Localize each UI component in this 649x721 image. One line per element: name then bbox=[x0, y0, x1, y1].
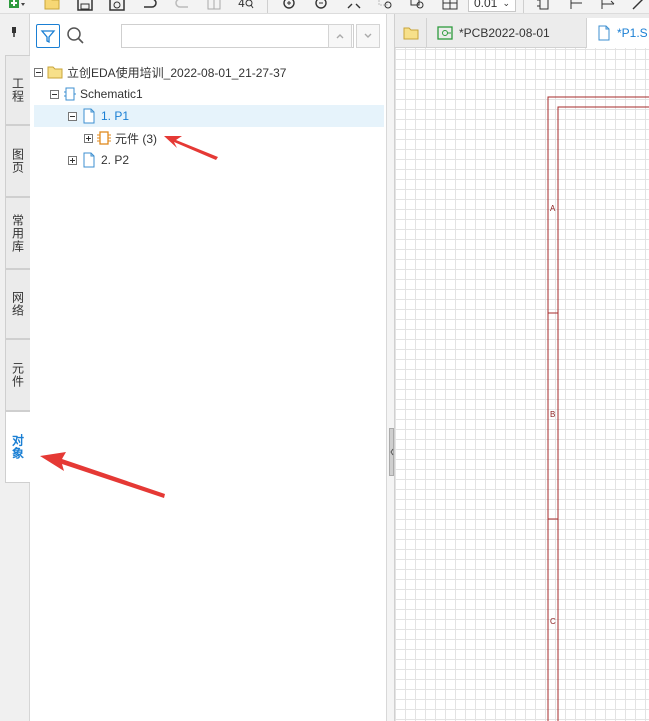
chevron-up-icon bbox=[336, 34, 344, 39]
zoom-value: 0.01 bbox=[474, 0, 498, 10]
zoom-area-icon[interactable] bbox=[376, 0, 396, 12]
collapse-icon[interactable] bbox=[68, 111, 77, 121]
zone-label-b: B bbox=[550, 410, 556, 419]
side-tab-pages[interactable]: 图页 bbox=[5, 125, 30, 197]
next-button[interactable] bbox=[356, 24, 380, 48]
zoom-in-icon[interactable] bbox=[280, 0, 300, 12]
page-icon bbox=[83, 152, 95, 168]
side-tab-nets[interactable]: 网络 bbox=[5, 269, 30, 339]
tree-item-components[interactable]: 元件 (3) bbox=[84, 127, 384, 149]
zone-label-c: C bbox=[550, 617, 556, 626]
align-icon[interactable] bbox=[598, 0, 618, 12]
panel-splitter[interactable] bbox=[387, 14, 395, 721]
previous-button[interactable] bbox=[328, 24, 352, 48]
tab-p1-schematic[interactable]: *P1.S bbox=[587, 18, 649, 48]
tree-item-label: 立创EDA使用培训_2022-08-01_21-27-37 bbox=[67, 65, 287, 80]
fit-icon[interactable] bbox=[344, 0, 364, 12]
tab-folder[interactable] bbox=[395, 18, 427, 48]
folder-icon[interactable] bbox=[42, 0, 62, 12]
annotation-arrow-objects-tab bbox=[40, 452, 165, 498]
folder-icon bbox=[403, 27, 418, 40]
tree-item-project[interactable]: 立创EDA使用培训_2022-08-01_21-27-37 bbox=[34, 61, 384, 83]
side-tab-library[interactable]: 常用库 bbox=[5, 197, 30, 269]
tab-label: *P1.S bbox=[617, 26, 648, 40]
collapse-icon[interactable] bbox=[50, 89, 59, 99]
page-icon bbox=[598, 25, 610, 41]
side-tab-objects[interactable]: 对象 bbox=[5, 411, 30, 483]
schematic-icon bbox=[64, 87, 76, 101]
search-input[interactable] bbox=[121, 24, 354, 48]
folder-icon bbox=[47, 66, 63, 79]
object-panel: 立创EDA使用培训_2022-08-01_21-27-37 Schematic1… bbox=[30, 14, 387, 721]
search-icon-toolbar[interactable] bbox=[408, 0, 428, 12]
component-icon[interactable] bbox=[534, 0, 554, 12]
search-replace-icon[interactable]: 4 bbox=[236, 0, 256, 12]
tree-item-page-p1[interactable]: 1. P1 bbox=[34, 105, 384, 127]
zoom-level-select[interactable]: 0.01 ⌄ bbox=[468, 0, 516, 12]
chevron-down-icon: ⌄ bbox=[502, 0, 510, 8]
schematic-canvas[interactable]: A B C bbox=[395, 48, 649, 721]
svg-text:4: 4 bbox=[238, 0, 245, 10]
collapse-icon[interactable] bbox=[34, 67, 43, 77]
chevron-left-icon bbox=[390, 448, 394, 456]
tree-item-label: Schematic1 bbox=[80, 87, 143, 101]
collapse-handle[interactable] bbox=[389, 428, 394, 476]
wire-icon[interactable] bbox=[566, 0, 586, 12]
main-toolbar: 4 0.01 ⌄ bbox=[0, 0, 649, 14]
tab-label: *PCB2022-08-01 bbox=[459, 26, 550, 40]
tree-item-label: 1. P1 bbox=[101, 109, 130, 123]
zoom-out-icon[interactable] bbox=[312, 0, 332, 12]
pin-icon[interactable] bbox=[8, 26, 20, 41]
tab-pcb[interactable]: *PCB2022-08-01 bbox=[427, 18, 587, 48]
expand-icon[interactable] bbox=[84, 133, 93, 143]
search-icon bbox=[66, 26, 86, 49]
page-icon bbox=[83, 108, 95, 124]
redo-icon[interactable] bbox=[172, 0, 192, 12]
side-tab-project[interactable]: 工程 bbox=[5, 55, 30, 125]
line-icon[interactable] bbox=[630, 0, 648, 12]
annotation-arrow-components bbox=[164, 136, 218, 160]
chevron-down-icon bbox=[364, 33, 372, 38]
grid-icon[interactable] bbox=[204, 0, 224, 12]
tree-item-schematic[interactable]: Schematic1 bbox=[50, 83, 384, 105]
zone-label-a: A bbox=[550, 204, 556, 213]
expand-icon[interactable] bbox=[68, 155, 77, 165]
sheet-frame bbox=[547, 96, 649, 721]
pcb-icon bbox=[437, 26, 453, 40]
tree-item-label: 元件 (3) bbox=[115, 131, 158, 146]
tree-item-label: 2. P2 bbox=[101, 153, 130, 167]
table-icon[interactable] bbox=[440, 0, 460, 12]
save-all-icon[interactable] bbox=[107, 0, 127, 12]
chip-icon bbox=[97, 131, 111, 145]
undo-icon[interactable] bbox=[140, 0, 160, 12]
tree-item-page-p2[interactable]: 2. P2 bbox=[68, 149, 384, 171]
side-tab-strip: 工程 图页 常用库 网络 元件 对象 bbox=[0, 14, 30, 721]
filter-icon bbox=[40, 30, 56, 44]
save-icon[interactable] bbox=[75, 0, 95, 12]
add-icon[interactable] bbox=[6, 0, 28, 12]
side-tab-components[interactable]: 元件 bbox=[5, 339, 30, 411]
filter-button[interactable] bbox=[36, 24, 60, 48]
document-tab-bar: *PCB2022-08-01 *P1.S bbox=[395, 14, 649, 48]
